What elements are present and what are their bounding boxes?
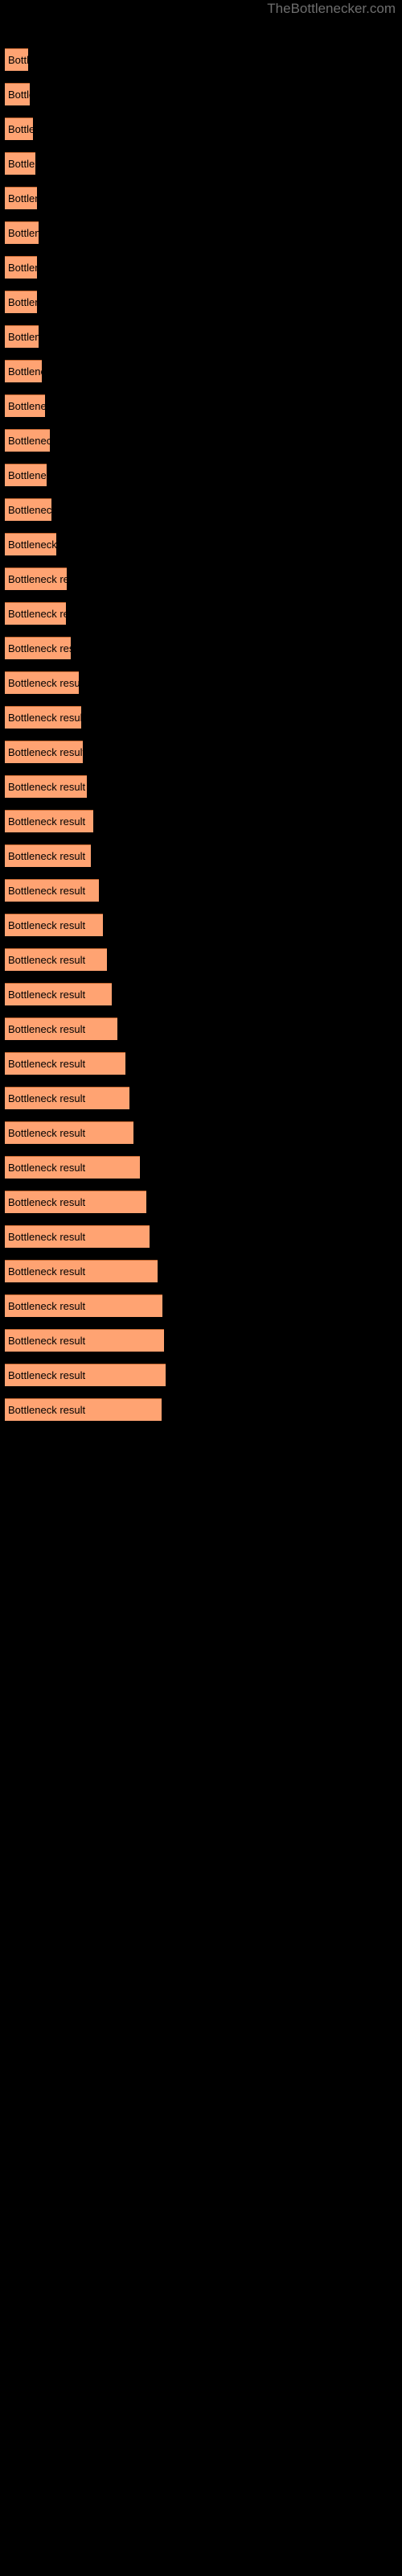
bar[interactable]: Bottleneck result <box>5 1225 150 1248</box>
bar[interactable]: Bottleneck result <box>5 948 107 971</box>
bar[interactable]: Bottleneck result <box>5 533 56 555</box>
bar-label: Bottleneck result <box>8 1404 86 1416</box>
bar-label: Bottleneck result <box>8 1335 86 1347</box>
bar[interactable]: Bottleneck result <box>5 325 39 348</box>
bar[interactable]: Bottleneck result <box>5 671 79 694</box>
bar[interactable]: Bottleneck result <box>5 1329 164 1352</box>
bar-label: Bottleneck result <box>8 815 86 828</box>
bar-label: Bottleneck result <box>8 1300 86 1312</box>
bar[interactable]: Bottleneck result <box>5 48 28 71</box>
bar-label: Bottleneck result <box>8 296 37 308</box>
bar[interactable]: Bottleneck result <box>5 568 67 590</box>
bar[interactable]: Bottleneck result <box>5 464 47 486</box>
bottleneck-bar-chart: Bottleneck result Bottleneck result Bottle… <box>0 0 402 2576</box>
bar-label: Bottleneck result <box>8 435 50 447</box>
bar-label: Bottleneck result <box>8 850 86 862</box>
bar[interactable]: Bottleneck result <box>5 256 37 279</box>
bar[interactable]: Bottleneck result <box>5 360 42 382</box>
bar-label: Bottleneck result <box>8 331 39 343</box>
bar[interactable]: Bottleneck result <box>5 879 99 902</box>
bar[interactable]: Bottleneck result <box>5 810 93 832</box>
bar[interactable]: Bottleneck result <box>5 741 83 763</box>
bar-label: Bottleneck result <box>8 89 30 101</box>
bar-label: Bottleneck result <box>8 781 86 793</box>
bar-label: Bottleneck result <box>8 954 86 966</box>
bar[interactable]: Bottleneck result <box>5 914 103 936</box>
bar-label: Bottleneck result <box>8 1058 86 1070</box>
bar-label: Bottleneck result <box>8 677 79 689</box>
bar[interactable]: Bottleneck result <box>5 775 87 798</box>
bar-label: Bottleneck result <box>8 469 47 481</box>
bar[interactable]: Bottleneck result <box>5 983 112 1005</box>
bar[interactable]: Bottleneck result <box>5 394 45 417</box>
bar-label: Bottleneck result <box>8 539 56 551</box>
bar-label: Bottleneck result <box>8 1162 86 1174</box>
bar[interactable]: Bottleneck result <box>5 83 30 105</box>
bar-label: Bottleneck result <box>8 504 51 516</box>
bar[interactable]: Bottleneck result <box>5 429 50 452</box>
bar-label: Bottleneck result <box>8 608 66 620</box>
bar[interactable]: Bottleneck result <box>5 498 51 521</box>
bar[interactable]: Bottleneck result <box>5 1398 162 1421</box>
bar[interactable]: Bottleneck result <box>5 1052 125 1075</box>
bar[interactable]: Bottleneck result <box>5 291 37 313</box>
bar-label: Bottleneck result <box>8 262 37 274</box>
bar-label: Bottleneck result <box>8 885 86 897</box>
bar-label: Bottleneck result <box>8 227 39 239</box>
bar-label: Bottleneck result <box>8 1023 86 1035</box>
bar-label: Bottleneck result <box>8 989 86 1001</box>
bar-label: Bottleneck result <box>8 1369 86 1381</box>
bar-label: Bottleneck result <box>8 1231 86 1243</box>
bar[interactable]: Bottleneck result <box>5 637 71 659</box>
bar-label: Bottleneck result <box>8 642 71 654</box>
bar[interactable]: Bottleneck result <box>5 1018 117 1040</box>
bar[interactable]: Bottleneck result <box>5 706 81 729</box>
bar-label: Bottleneck result <box>8 400 45 412</box>
bar-label: Bottleneck result <box>8 919 86 931</box>
bar[interactable]: Bottleneck result <box>5 1121 133 1144</box>
bar-label: Bottleneck result <box>8 1092 86 1104</box>
bar[interactable]: Bottleneck result <box>5 1191 146 1213</box>
bar-label: Bottleneck result <box>8 54 28 66</box>
bar[interactable]: Bottleneck result <box>5 1087 129 1109</box>
bar-label: Bottleneck result <box>8 1127 86 1139</box>
bar[interactable]: Bottleneck result <box>5 118 33 140</box>
bar-label: Bottleneck result <box>8 192 37 204</box>
bar[interactable]: Bottleneck result <box>5 221 39 244</box>
bar[interactable]: Bottleneck result <box>5 1260 158 1282</box>
bar[interactable]: Bottleneck result <box>5 187 37 209</box>
bar[interactable]: Bottleneck result <box>5 1156 140 1179</box>
bar-label: Bottleneck result <box>8 365 42 378</box>
bar-label: Bottleneck result <box>8 573 67 585</box>
bar[interactable]: Bottleneck result <box>5 602 66 625</box>
bar-label: Bottleneck result <box>8 1196 86 1208</box>
bar-label: Bottleneck result <box>8 712 81 724</box>
bar-label: Bottleneck result <box>8 1265 86 1278</box>
bar[interactable]: Bottleneck result <box>5 1364 166 1386</box>
bar-label: Bottleneck result <box>8 123 33 135</box>
bar[interactable]: Bottleneck result <box>5 152 35 175</box>
bar[interactable]: Bottleneck result <box>5 1294 162 1317</box>
bar[interactable]: Bottleneck result <box>5 844 91 867</box>
bar-label: Bottleneck result <box>8 746 83 758</box>
bar-label: Bottleneck result <box>8 158 35 170</box>
